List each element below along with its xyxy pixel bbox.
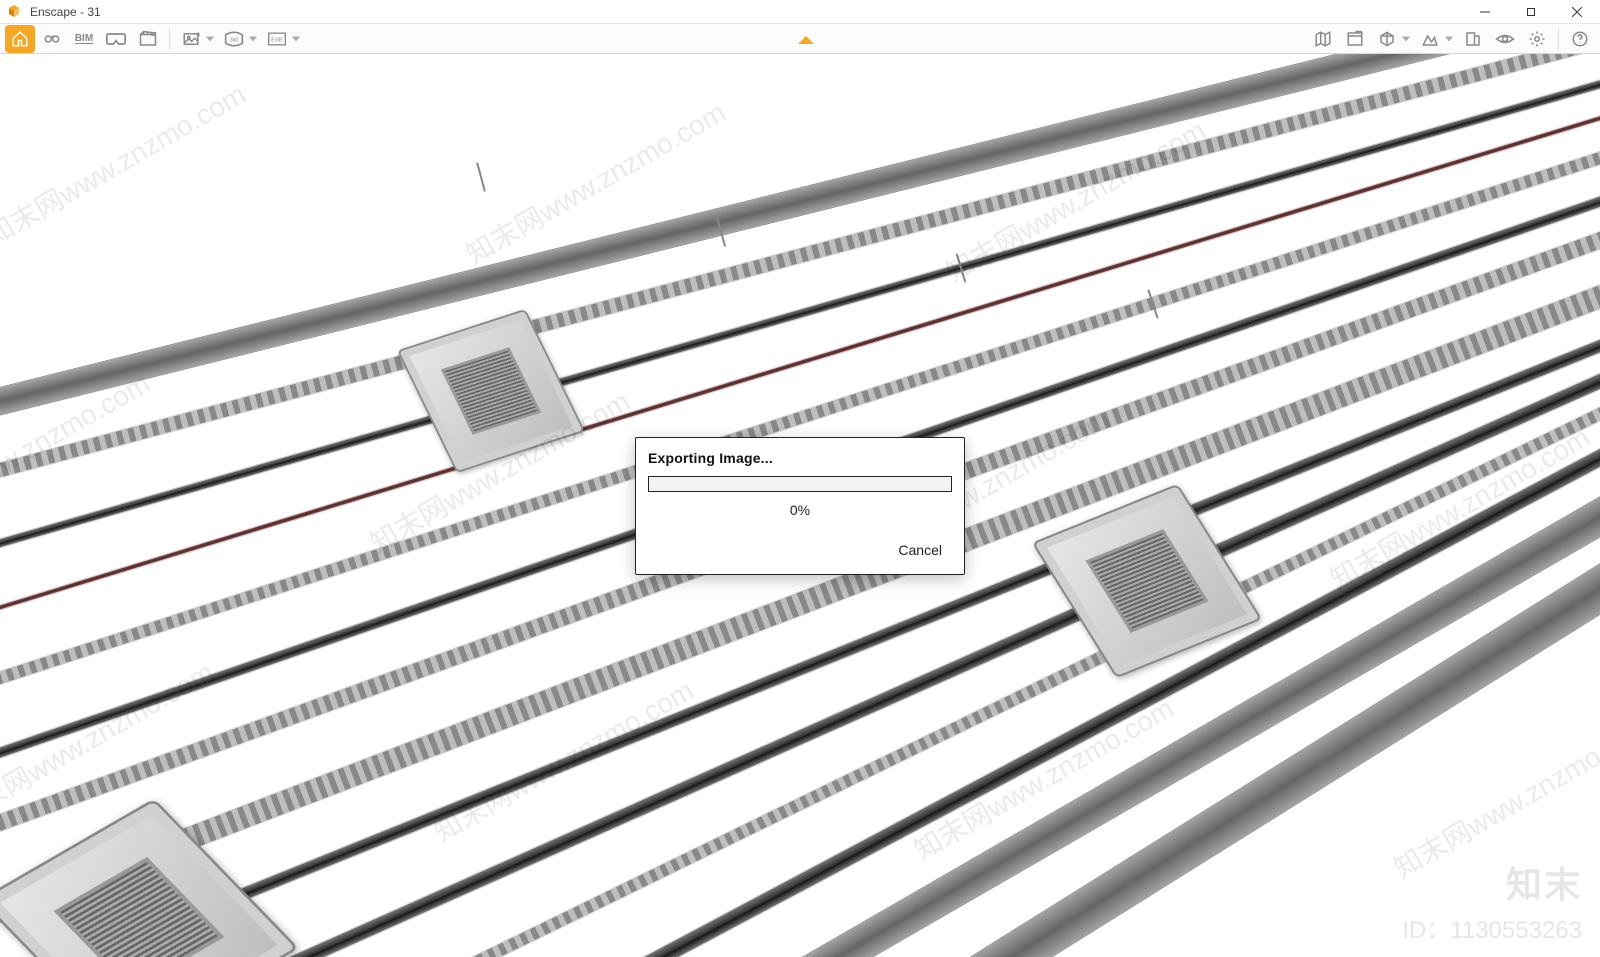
- bim-label: BIM: [75, 33, 93, 44]
- render-viewport[interactable]: 知末网www.znzmo.com 知末网www.znzmo.com 知末网www…: [0, 54, 1600, 957]
- chevron-down-icon: [1402, 36, 1410, 41]
- export-progress-bar: [648, 476, 952, 492]
- main-toolbar: BIM 360 EXE: [0, 24, 1600, 54]
- asset-library-button[interactable]: [1340, 25, 1370, 53]
- video-button[interactable]: [133, 25, 163, 53]
- export-image-button[interactable]: [176, 25, 206, 53]
- section-button[interactable]: [1458, 25, 1488, 53]
- view-management-button[interactable]: [1490, 25, 1520, 53]
- chevron-down-icon: [249, 36, 257, 41]
- minimap-button[interactable]: [1308, 25, 1338, 53]
- window-close-button[interactable]: [1554, 0, 1600, 23]
- exporting-image-dialog: Exporting Image... 0% Cancel: [635, 437, 965, 575]
- settings-button[interactable]: [1522, 25, 1552, 53]
- cancel-button[interactable]: Cancel: [888, 536, 952, 564]
- window-maximize-button[interactable]: [1508, 0, 1554, 23]
- chevron-down-icon: [1445, 36, 1453, 41]
- svg-text:360: 360: [230, 37, 239, 43]
- export-progress-percent: 0%: [648, 502, 952, 518]
- chevron-down-icon: [206, 36, 214, 41]
- bim-mode-button[interactable]: BIM: [69, 25, 99, 53]
- window-title: Enscape - 31: [28, 5, 103, 19]
- render-style-button[interactable]: [1372, 25, 1402, 53]
- svg-text:EXE: EXE: [271, 37, 283, 43]
- export-panorama-button[interactable]: 360: [219, 25, 249, 53]
- collapse-toolbar-caret[interactable]: [798, 36, 814, 44]
- export-exe-button[interactable]: EXE: [262, 25, 292, 53]
- dialog-title: Exporting Image...: [648, 450, 952, 466]
- site-context-button[interactable]: [1415, 25, 1445, 53]
- window-minimize-button[interactable]: [1462, 0, 1508, 23]
- home-button[interactable]: [5, 25, 35, 53]
- chevron-down-icon: [292, 36, 300, 41]
- vr-button[interactable]: [101, 25, 131, 53]
- toolbar-separator: [1558, 28, 1559, 50]
- toolbar-separator: [169, 28, 170, 50]
- help-button[interactable]: [1565, 25, 1595, 53]
- title-bar: Enscape - 31: [0, 0, 1600, 24]
- app-icon: [4, 2, 24, 22]
- sync-views-button[interactable]: [37, 25, 67, 53]
